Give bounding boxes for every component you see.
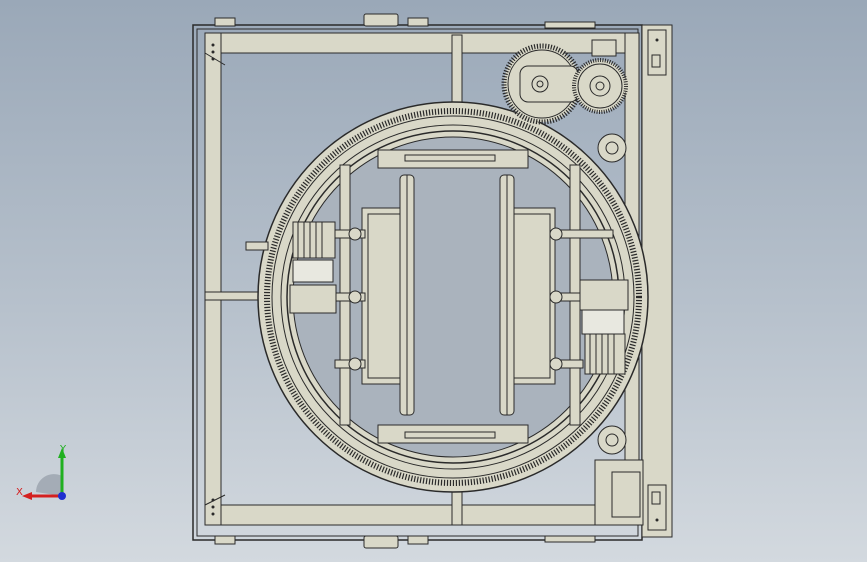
drive-gear [501, 39, 628, 125]
cad-viewport[interactable]: Y X [0, 0, 867, 562]
x-axis-label: X [16, 487, 23, 498]
right-motor [579, 279, 629, 375]
coordinate-triad-icon: Y X [16, 444, 67, 500]
cad-model-drawing[interactable] [0, 0, 867, 562]
y-axis-label: Y [59, 444, 67, 455]
